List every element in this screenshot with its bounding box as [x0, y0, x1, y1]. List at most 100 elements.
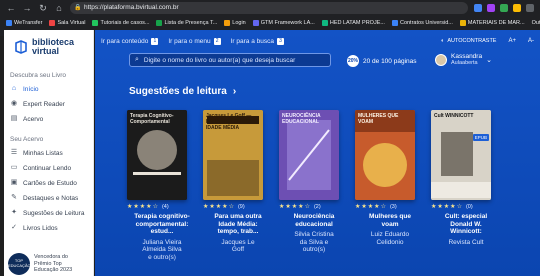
sidebar-item-expert-reader[interactable]: ◉ Expert Reader — [10, 98, 92, 110]
extension-icon[interactable] — [474, 4, 482, 12]
sidebar-item-continuar-lendo[interactable]: ▭ Continuar Lendo — [10, 162, 92, 174]
extension-icon[interactable] — [513, 4, 521, 12]
sidebar-item-label: Início — [23, 85, 39, 93]
book-title[interactable]: Para uma outra Idade Média: tempo, trab... — [203, 213, 273, 236]
skip-to-search-link[interactable]: Ir para a busca 3 — [231, 37, 284, 45]
font-decrease-button[interactable]: A- — [528, 38, 534, 44]
cover-text: MULHERES QUE VOAM — [358, 113, 399, 125]
sidebar-item-cart-es-de-estudo[interactable]: ▣ Cartões de Estudo — [10, 177, 92, 189]
book-title[interactable]: Neurociência educacional — [279, 213, 349, 228]
sidebar-item-label: Expert Reader — [23, 100, 65, 108]
star-icon: ★ — [437, 204, 443, 210]
other-bookmarks[interactable]: Outros favoritos — [530, 20, 540, 26]
book-cover[interactable]: Terapia Cognitivo-Comportamental — [127, 110, 187, 200]
suggestion-icon: ✦ — [11, 209, 17, 216]
skip-label: Ir para conteúdo — [101, 37, 149, 45]
home-icon[interactable]: ⌂ — [54, 3, 64, 13]
search-input[interactable]: ⌕ Digite o nome do livro ou autor(a) que… — [129, 53, 331, 67]
book-author-line: Almeida Silva — [142, 246, 182, 253]
epub-badge: EPUB — [472, 134, 489, 141]
bookmark-label: Lista de Presença T... — [164, 20, 218, 26]
book-title-line: Terapia cognitivo- — [134, 213, 190, 220]
cover-text: Jacques Le Goff — PARA UMA OUTRA IDADE M… — [206, 113, 252, 131]
contrast-label: AUTOCONTRASTE — [447, 38, 497, 44]
chevron-down-icon: ⌄ — [486, 57, 492, 64]
bookmark-favicon-icon — [252, 20, 259, 26]
sidebar-item-label: Acervo — [23, 115, 44, 123]
bookmark-item[interactable]: HED LATAM PROJE... — [320, 20, 387, 26]
font-increase-button[interactable]: A+ — [508, 38, 516, 44]
sidebar-item-destaques-e-notas[interactable]: ✎ Destaques e Notas — [10, 192, 92, 204]
star-icon: ★ — [127, 204, 133, 210]
book-author-line: Celidonio — [376, 238, 404, 246]
star-icon: ★ — [222, 204, 228, 210]
book-title[interactable]: Cult: especial Donald W. Winnicott: — [431, 213, 501, 236]
logo-icon — [15, 40, 27, 54]
shortcut-key: 3 — [276, 37, 284, 45]
sidebar-item-acervo[interactable]: ▤ Acervo — [10, 113, 92, 125]
book-title-line: Mulheres que — [369, 213, 411, 220]
book-open-icon: ▭ — [10, 164, 18, 171]
reload-icon[interactable]: ↻ — [38, 3, 48, 13]
book-title[interactable]: Mulheres que voam — [355, 213, 425, 228]
suggestions-heading[interactable]: Sugestões de leitura › — [129, 86, 236, 97]
back-icon[interactable]: ← — [6, 3, 16, 13]
bookmark-item[interactable]: Login — [222, 20, 247, 26]
book-cover[interactable]: Cult WINNICOTT EPUB — [431, 110, 491, 200]
accessibility-nav: Ir para conteúdo 1 Ir para o menu 2 Ir p… — [95, 30, 540, 52]
sidebar-item-in-cio[interactable]: ⌂ Início — [10, 83, 92, 95]
bookmark-favicon-icon — [391, 20, 398, 26]
bookmark-item[interactable]: Tutoriais de casos... — [90, 20, 151, 26]
user-menu[interactable]: Kassandra Aulaaberta ⌄ — [435, 53, 492, 67]
rating-count: (3) — [389, 203, 397, 210]
extension-icon[interactable] — [500, 4, 508, 12]
extension-icon[interactable] — [487, 4, 495, 12]
skip-to-menu-link[interactable]: Ir para o menu 2 — [168, 37, 221, 45]
bookmark-label: Tutoriais de casos... — [100, 20, 150, 26]
star-icon: ☆ — [380, 204, 386, 210]
address-bar[interactable]: 🔒 https://plataforma.bvirtual.com.br — [70, 2, 468, 14]
book-cover[interactable]: MULHERES QUE VOAM — [355, 110, 415, 200]
cover-text: Terapia Cognitivo-Comportamental — [130, 113, 174, 125]
bookmark-label: MATERIAIS DE MAR... — [467, 20, 525, 26]
address-row: ← → ↻ ⌂ 🔒 https://plataforma.bvirtual.co… — [0, 0, 540, 16]
bookmark-item[interactable]: Contratos Universid... — [390, 20, 455, 26]
star-icon: ★ — [285, 204, 291, 210]
book-title-line: educacional — [295, 220, 333, 228]
bookmark-label: Contratos Universid... — [399, 20, 453, 26]
search-icon: ⌕ — [135, 56, 139, 63]
lock-icon: 🔒 — [74, 5, 82, 11]
book-title[interactable]: Terapia cognitivo-comportamental: estud..… — [127, 213, 197, 236]
bookmark-item[interactable]: MATERIAIS DE MAR... — [458, 20, 527, 26]
book-grid: Terapia Cognitivo-Comportamental ★ ★ ★ ★ ☆ (4)… — [127, 110, 507, 270]
book-title-line: Idade Média: — [218, 220, 258, 228]
contrast-icon: ◐ — [441, 38, 445, 44]
sidebar-item-livros-lidos[interactable]: ✓ Livros Lidos — [10, 222, 92, 234]
skip-to-content-link[interactable]: Ir para conteúdo 1 — [101, 37, 159, 45]
bookmark-item[interactable]: GTM Framework LA... — [251, 20, 317, 26]
book-author-line: outro(s) — [302, 246, 326, 253]
sidebar-item-sugest-es-de-leitura[interactable]: ✦ Sugestões de Leitura — [10, 207, 92, 219]
book-author-line: Revista Cult — [448, 238, 484, 246]
star-rating: ★ ★ ★ ★ ☆ (0) — [431, 203, 501, 211]
main-content: Ir para conteúdo 1 Ir para o menu 2 Ir p… — [95, 30, 540, 276]
star-icon: ☆ — [456, 204, 462, 210]
bookmark-item[interactable]: WeTransfer — [4, 20, 44, 26]
book-author-line: Silvia Cristina — [294, 231, 334, 238]
star-icon: ☆ — [228, 204, 234, 210]
star-icon: ★ — [203, 204, 209, 210]
book-cover[interactable]: Jacques Le Goff — PARA UMA OUTRA IDADE M… — [203, 110, 263, 200]
book-cover[interactable]: NEUROCIÊNCIA EDUCACIONAL — [279, 110, 339, 200]
bookmark-item[interactable]: Sala Virtual — [47, 20, 87, 26]
profile-icon[interactable] — [526, 4, 534, 12]
home-icon: ⌂ — [11, 85, 17, 92]
sidebar-item-minhas-listas[interactable]: ☰ Minhas Listas — [10, 147, 92, 159]
bookmark-item[interactable]: Lista de Presença T... — [154, 20, 219, 26]
star-icon: ★ — [374, 204, 380, 210]
autocontrast-toggle[interactable]: ◐ AUTOCONTRASTE — [441, 38, 496, 44]
book-author-line: Juliana Vieira — [142, 238, 182, 246]
forward-icon[interactable]: → — [22, 3, 32, 13]
logo[interactable]: biblioteca virtual — [14, 38, 74, 56]
sidebar-item-label: Sugestões de Leitura — [23, 209, 85, 217]
rating-count: (2) — [313, 203, 321, 210]
